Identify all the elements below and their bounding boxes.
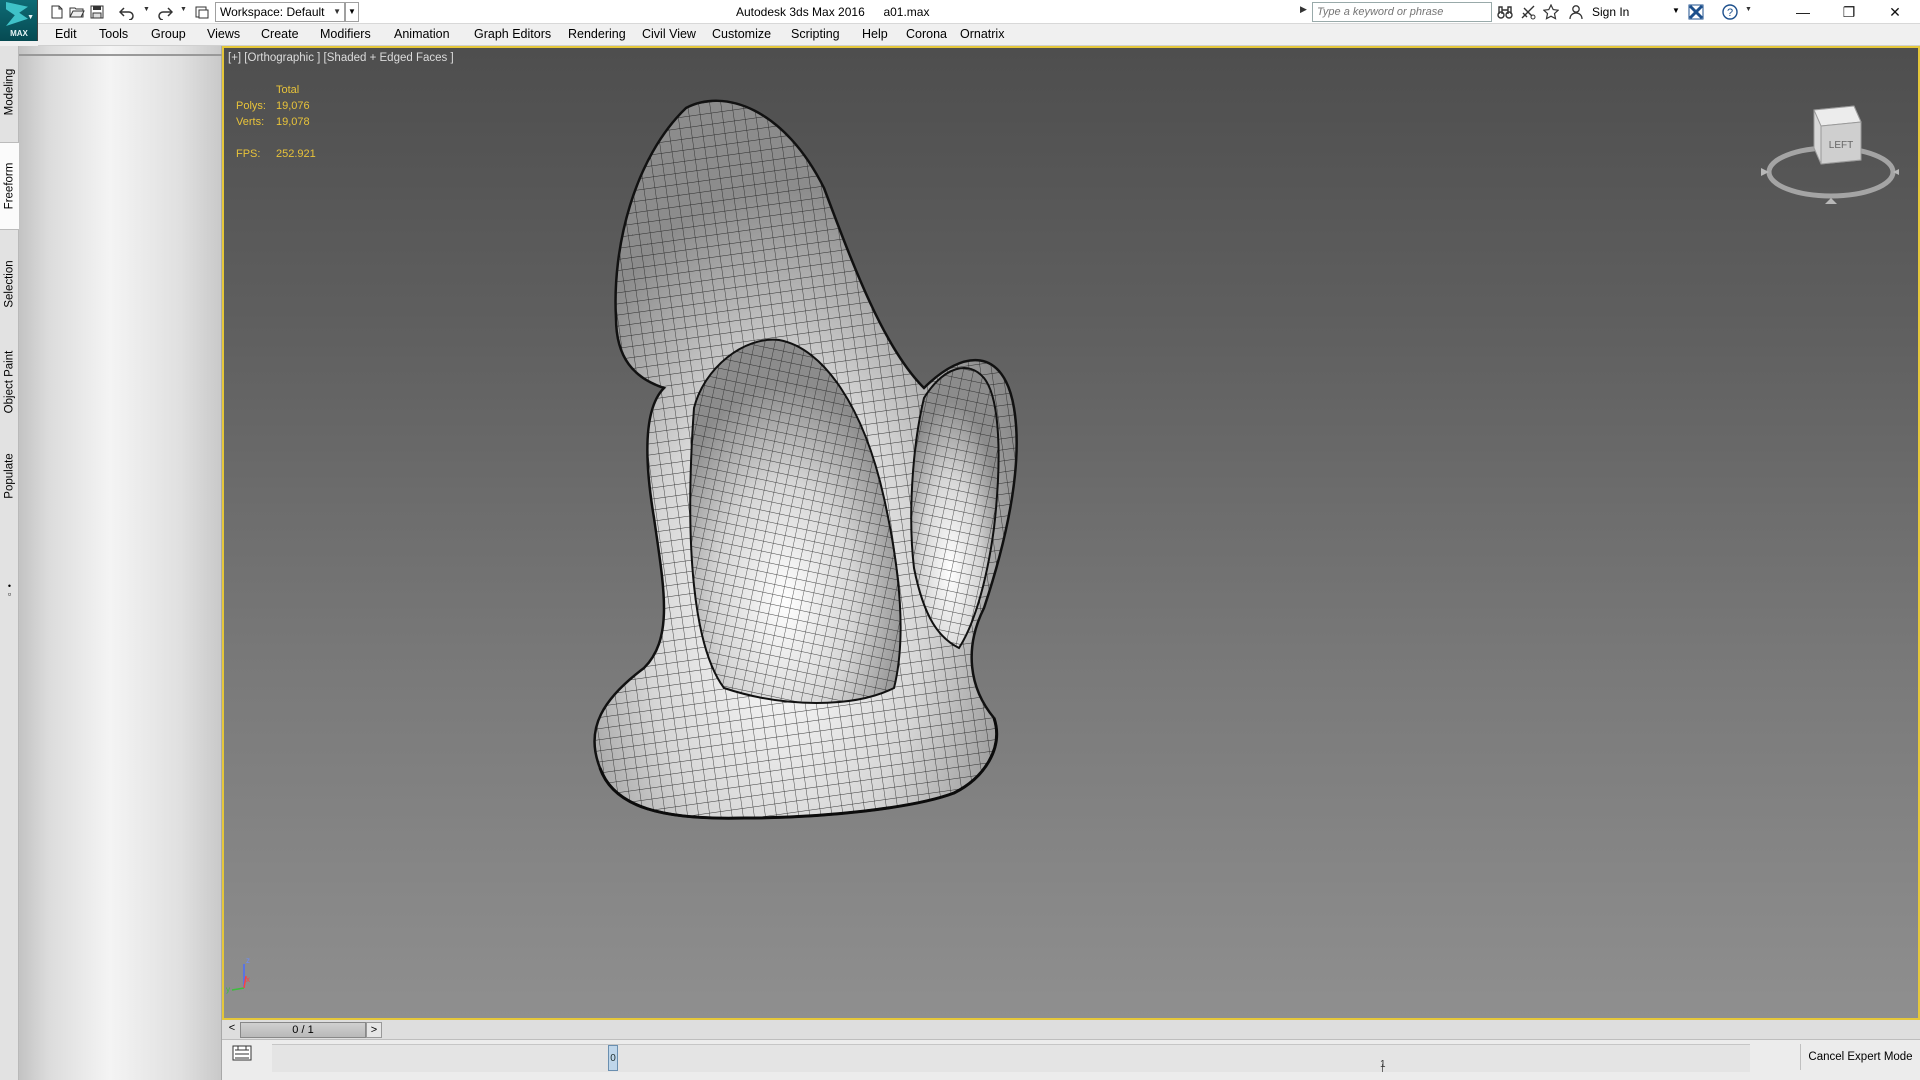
minimize-button[interactable]: — [1780, 0, 1826, 24]
menu-bar: Edit Tools Group Views Create Modifiers … [38, 24, 1920, 46]
menu-rendering[interactable]: Rendering [568, 27, 626, 41]
menu-tools[interactable]: Tools [99, 27, 128, 41]
ribbon-panel [19, 46, 222, 1080]
menu-customize[interactable]: Customize [712, 27, 771, 41]
tab-label: Populate [3, 453, 16, 499]
menu-graph-editors[interactable]: Graph Editors [474, 27, 551, 41]
workspace-label: Workspace: Default [220, 5, 325, 19]
menu-views[interactable]: Views [207, 27, 240, 41]
tab-object-paint[interactable]: Object Paint [0, 336, 19, 428]
window-title: Autodesk 3ds Max 2016 a01.max [736, 5, 929, 19]
menu-help[interactable]: Help [862, 27, 888, 41]
viewport-orthographic[interactable]: [+] [Orthographic ] [Shaded + Edged Face… [222, 46, 1920, 1020]
axis-y-label: y [226, 985, 230, 994]
time-slider[interactable]: 0 / 1 [240, 1022, 366, 1038]
menu-animation[interactable]: Animation [394, 27, 450, 41]
tab-modeling[interactable]: Modeling [0, 54, 19, 130]
new-file-icon[interactable] [48, 3, 66, 21]
polys-value: 19,076 [276, 100, 310, 112]
viewcube-face-label[interactable]: LEFT [1829, 140, 1853, 151]
ribbon-toggle-icon[interactable]: • ▫ [5, 582, 14, 599]
open-folder-icon[interactable] [68, 3, 86, 21]
app-logo-icon [6, 2, 28, 26]
tab-label: Modeling [3, 68, 16, 116]
app-logo-text: MAX [10, 29, 28, 38]
track-bar-row: 0 1 Cancel Expert Mode [222, 1040, 1920, 1080]
frame-number-label: 1 [1380, 1059, 1386, 1070]
menu-create[interactable]: Create [261, 27, 299, 41]
menu-corona[interactable]: Corona [906, 27, 947, 41]
tab-label: Freeform [3, 162, 16, 210]
polys-label: Polys: [236, 100, 266, 112]
verts-label: Verts: [236, 116, 265, 128]
exchange-apps-icon[interactable] [1686, 3, 1706, 21]
tab-populate[interactable]: Populate [0, 436, 19, 516]
cancel-expert-mode-button[interactable]: Cancel Expert Mode [1800, 1044, 1920, 1070]
help-dropdown-icon[interactable]: ▼ [1745, 6, 1752, 13]
close-button[interactable]: ✕ [1872, 0, 1918, 24]
axis-tripod: z y x [226, 956, 250, 994]
save-icon[interactable] [88, 3, 106, 21]
favorites-star-icon[interactable] [1541, 3, 1561, 21]
restore-button[interactable]: ❐ [1826, 0, 1872, 24]
ribbon-panel-divider [19, 54, 222, 56]
fps-label: FPS: [236, 148, 261, 160]
undo-dropdown-icon[interactable]: ▼ [143, 6, 150, 13]
tab-selection[interactable]: Selection [0, 242, 19, 326]
sign-in-button[interactable]: Sign In [1592, 5, 1629, 19]
viewcube[interactable]: LEFT [1759, 102, 1899, 212]
chevron-down-icon: ▼ [333, 7, 341, 16]
tab-label: Selection [3, 260, 16, 308]
verts-value: 19,078 [276, 116, 310, 128]
track-bar[interactable]: 0 1 [272, 1044, 1750, 1072]
binoculars-icon[interactable] [1495, 3, 1515, 21]
project-folder-icon[interactable] [193, 3, 211, 21]
redo-dropdown-icon[interactable]: ▼ [180, 6, 187, 13]
mesh-object[interactable] [224, 48, 1918, 1018]
axis-z-label: z [246, 956, 250, 965]
menu-edit[interactable]: Edit [55, 27, 77, 41]
fps-value: 252.921 [276, 148, 316, 160]
redo-icon[interactable] [156, 3, 174, 21]
time-slider-bar: < 0 / 1 > [222, 1020, 1920, 1040]
communication-center-icon[interactable] [1518, 3, 1538, 21]
file-name: a01.max [883, 5, 930, 19]
time-slider-prev-button[interactable]: < [225, 1022, 239, 1038]
search-input[interactable] [1312, 2, 1492, 22]
app-title: Autodesk 3ds Max 2016 [736, 5, 865, 19]
axis-x-label: x [246, 975, 250, 984]
ribbon-tab-strip: Modeling Freeform Selection Object Paint… [0, 46, 19, 1080]
chevron-down-icon: ▼ [27, 14, 34, 21]
menu-civil-view[interactable]: Civil View [642, 27, 696, 41]
help-icon[interactable]: ? [1720, 3, 1740, 21]
chevron-down-icon[interactable]: ▼ [1672, 6, 1680, 15]
menu-ornatrix[interactable]: Ornatrix [960, 27, 1004, 41]
svg-text:?: ? [1727, 7, 1733, 19]
undo-icon[interactable] [118, 3, 136, 21]
menu-group[interactable]: Group [151, 27, 186, 41]
viewport-label[interactable]: [+] [Orthographic ] [Shaded + Edged Face… [228, 52, 454, 64]
tab-freeform[interactable]: Freeform [0, 142, 19, 230]
mini-curve-editor-icon[interactable] [232, 1044, 252, 1062]
menu-scripting[interactable]: Scripting [791, 27, 840, 41]
stats-header: Total [276, 84, 300, 96]
tab-label: Object Paint [3, 350, 16, 414]
current-frame-marker[interactable]: 0 [608, 1045, 618, 1071]
user-icon [1566, 3, 1586, 21]
workspace-dropdown[interactable]: Workspace: Default ▼ [215, 2, 345, 22]
time-slider-next-button[interactable]: > [366, 1022, 382, 1038]
title-bar: ▼ MAX ▼ ▼ Workspace: Default ▼ ▼ Autodes… [0, 0, 1920, 41]
search-expand-icon[interactable]: ▶ [1300, 4, 1307, 15]
menu-modifiers[interactable]: Modifiers [320, 27, 371, 41]
application-menu-button[interactable]: ▼ MAX [0, 0, 38, 41]
quick-access-customize-button[interactable]: ▼ [345, 2, 359, 22]
